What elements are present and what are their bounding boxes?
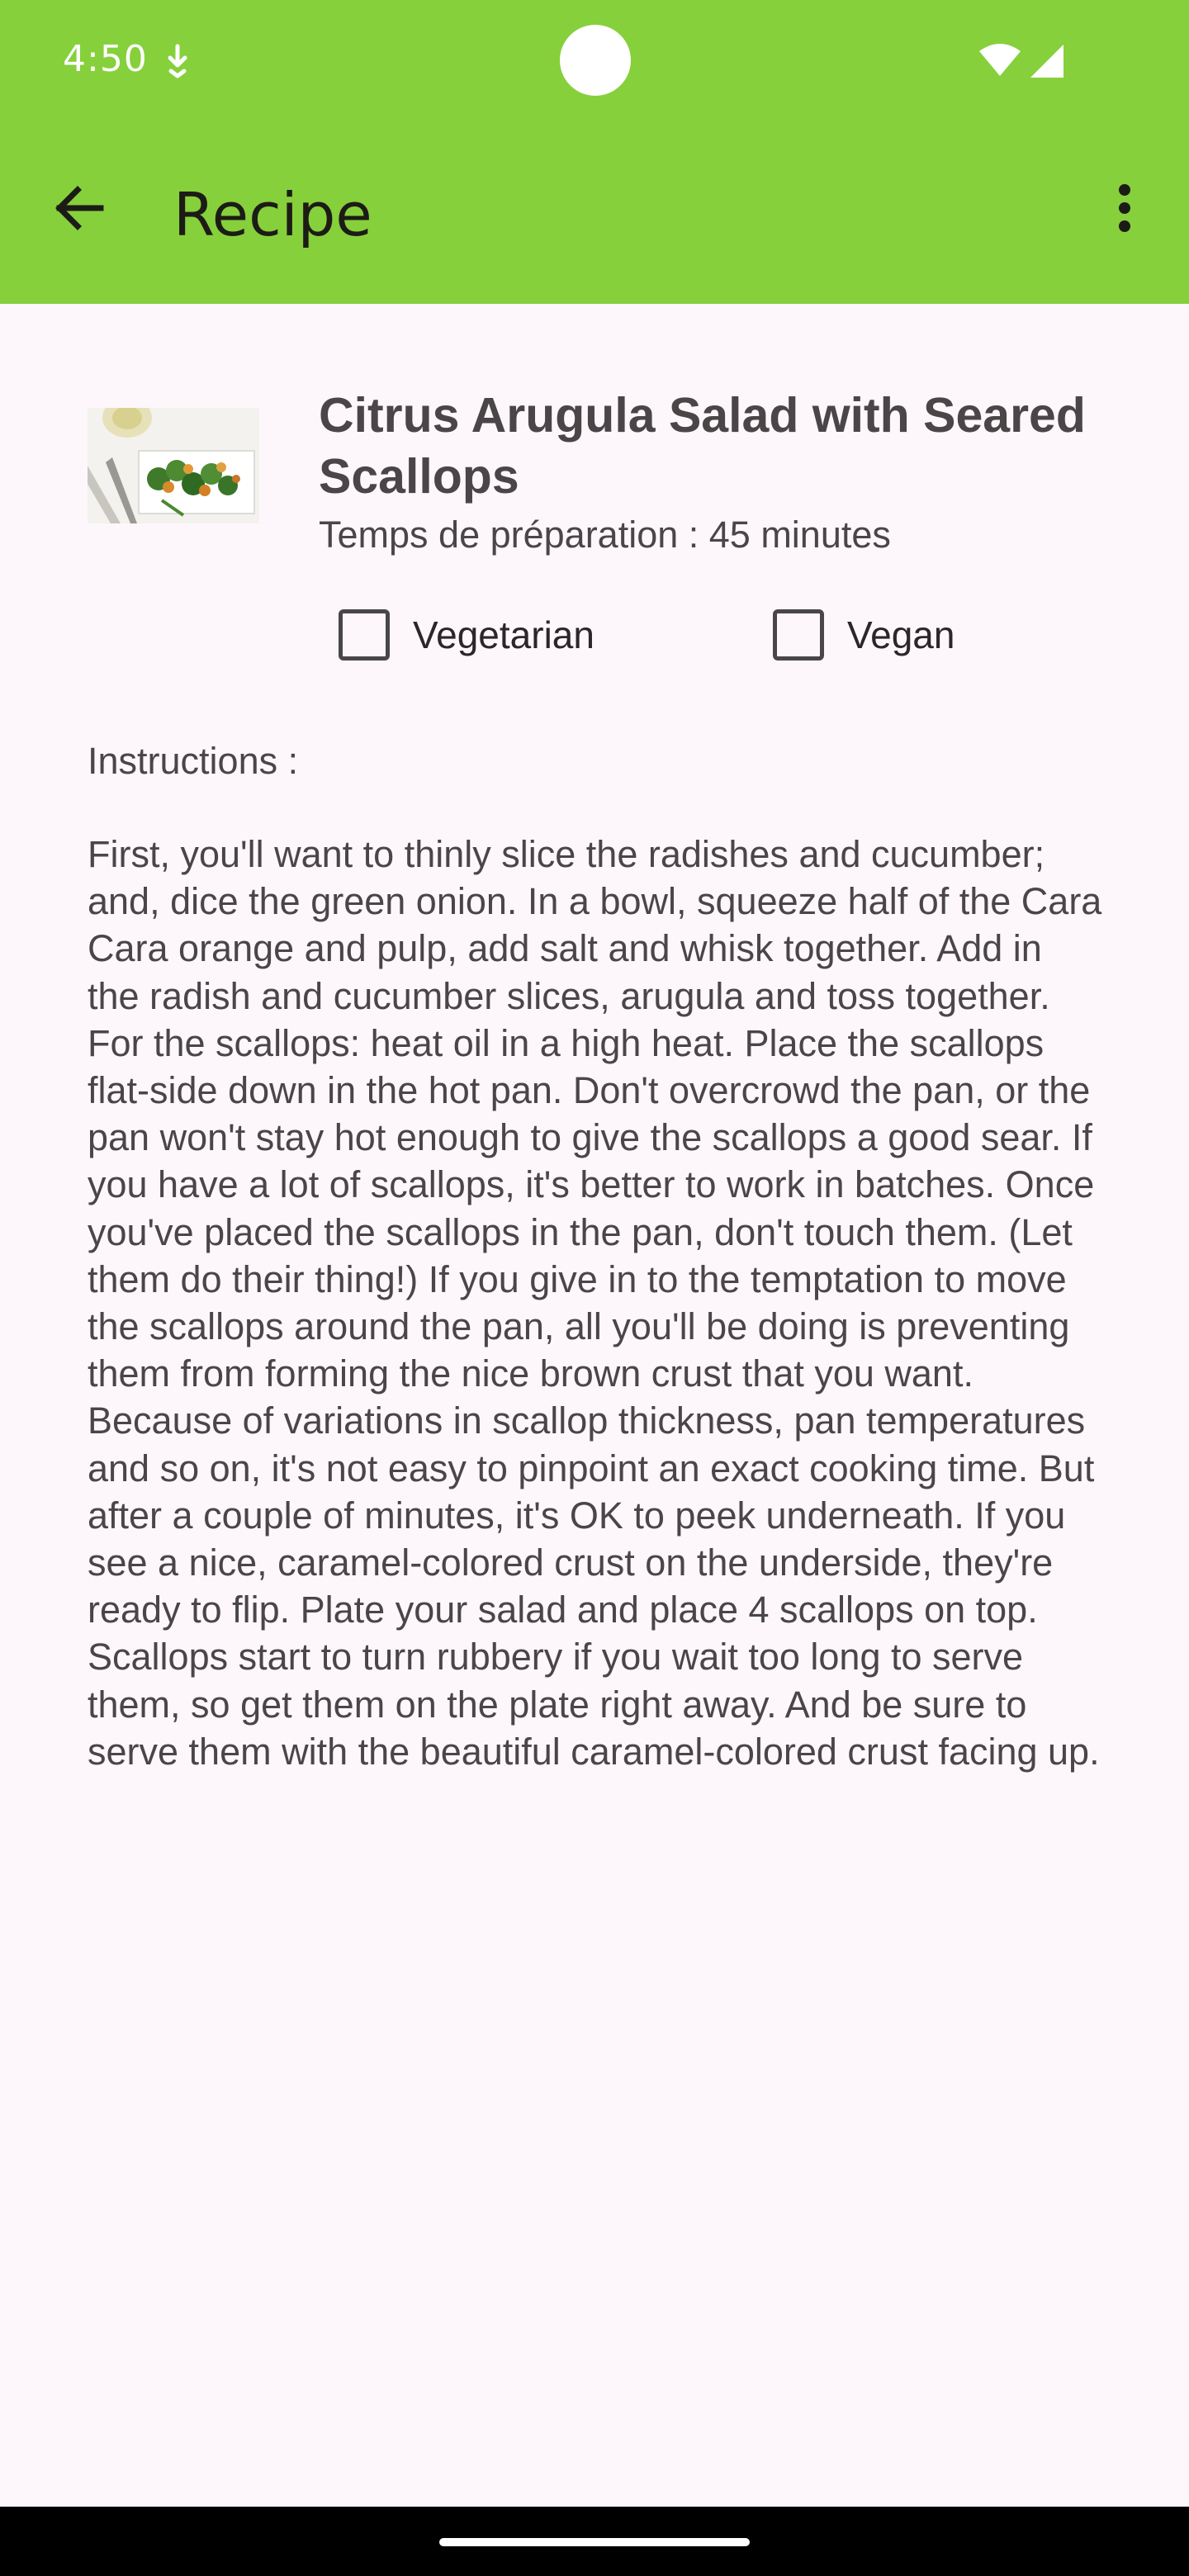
instructions-text: First, you'll want to thinly slice the r… — [88, 833, 1102, 1773]
home-gesture-handle[interactable] — [439, 2538, 750, 2546]
download-icon — [168, 44, 187, 78]
recipe-thumbnail — [88, 408, 259, 523]
more-vert-icon[interactable] — [1098, 173, 1151, 243]
status-time: 4:50 — [63, 38, 148, 80]
vegetarian-checkbox[interactable]: Vegetarian — [339, 608, 594, 662]
cellular-signal-icon — [1030, 45, 1063, 78]
prep-time: Temps de préparation : 45 minutes — [319, 514, 891, 556]
page-title: Recipe — [173, 180, 372, 249]
camera-cutout — [560, 25, 631, 96]
vegan-checkbox[interactable]: Vegan — [773, 608, 955, 662]
wifi-icon — [979, 44, 1021, 76]
instructions-label: Instructions : — [88, 740, 299, 782]
back-button[interactable] — [46, 173, 116, 243]
vegetarian-label[interactable]: Vegetarian — [413, 613, 594, 657]
recipe-title: Citrus Arugula Salad with Seared Scallop… — [319, 388, 1086, 504]
vegan-label[interactable]: Vegan — [847, 613, 955, 657]
vegetarian-checkbox-box[interactable] — [339, 609, 390, 661]
app-bar: 4:50 Recipe — [0, 0, 1189, 304]
vegan-checkbox-box[interactable] — [773, 609, 824, 661]
